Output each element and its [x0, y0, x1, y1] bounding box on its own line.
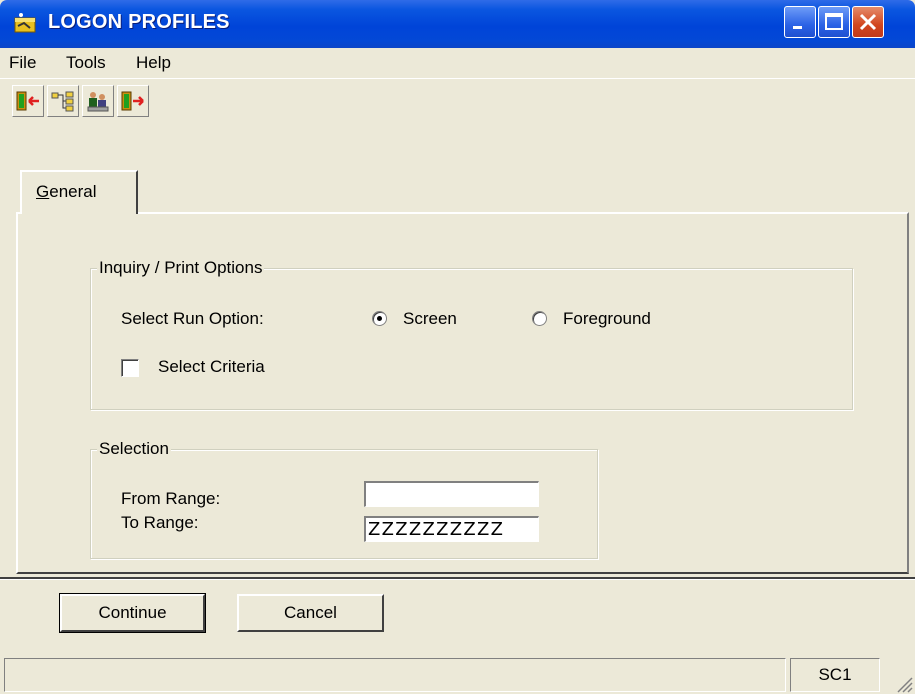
inquiry-print-options-group: Inquiry / Print Options Select Run Optio… [90, 258, 853, 410]
menu-file[interactable]: File [9, 53, 36, 73]
to-range-label: To Range: [121, 513, 199, 532]
door-exit-icon [121, 91, 144, 111]
tree-view-icon [51, 91, 74, 112]
exit-door-icon [16, 91, 39, 111]
users-icon [87, 92, 109, 112]
maximize-icon [825, 13, 843, 30]
status-bar: SC1 [0, 654, 915, 694]
minimize-icon [793, 26, 802, 29]
tab-general[interactable]: General [20, 170, 138, 214]
menu-tools[interactable]: Tools [66, 53, 106, 73]
inquiry-group-title: Inquiry / Print Options [97, 258, 265, 278]
foreground-radio-label[interactable]: Foreground [563, 309, 651, 329]
toolbar-close-button[interactable] [117, 85, 149, 117]
run-option-label: Select Run Option: [121, 309, 264, 328]
close-icon [859, 13, 877, 31]
title-bar[interactable]: LOGON PROFILES [0, 0, 915, 48]
status-main-pane [4, 658, 786, 692]
toolbar-exit-button[interactable] [12, 85, 44, 117]
screen-radio[interactable] [372, 311, 387, 326]
selection-group-title: Selection [97, 439, 171, 459]
close-button[interactable] [852, 6, 884, 38]
toolbar-tree-button[interactable] [47, 85, 79, 117]
to-range-input[interactable]: ZZZZZZZZZZ [364, 516, 539, 542]
status-code-pane: SC1 [790, 658, 880, 692]
select-criteria-label[interactable]: Select Criteria [158, 357, 265, 377]
selection-group: Selection From Range: To Range: ZZZZZZZZ… [90, 439, 598, 559]
toolbar-users-button[interactable] [82, 85, 114, 117]
menu-help[interactable]: Help [136, 53, 171, 73]
minimize-button[interactable] [784, 6, 816, 38]
maximize-button[interactable] [818, 6, 850, 38]
select-criteria-checkbox[interactable] [121, 359, 139, 377]
from-range-label: From Range: [121, 489, 221, 508]
resize-grip-icon[interactable] [888, 668, 914, 694]
logon-profiles-window: LOGON PROFILES File Tools Help General I… [0, 0, 915, 694]
menu-bar: File Tools Help [0, 48, 915, 76]
tab-general-label: General [36, 182, 97, 201]
continue-button[interactable]: Continue [59, 593, 206, 633]
cancel-button[interactable]: Cancel [237, 594, 384, 632]
screen-radio-label[interactable]: Screen [403, 309, 457, 329]
app-icon [14, 13, 36, 33]
toolbar [0, 78, 915, 123]
from-range-input[interactable] [364, 481, 539, 507]
separator [0, 577, 915, 580]
window-title: LOGON PROFILES [48, 11, 230, 33]
foreground-radio[interactable] [532, 311, 547, 326]
